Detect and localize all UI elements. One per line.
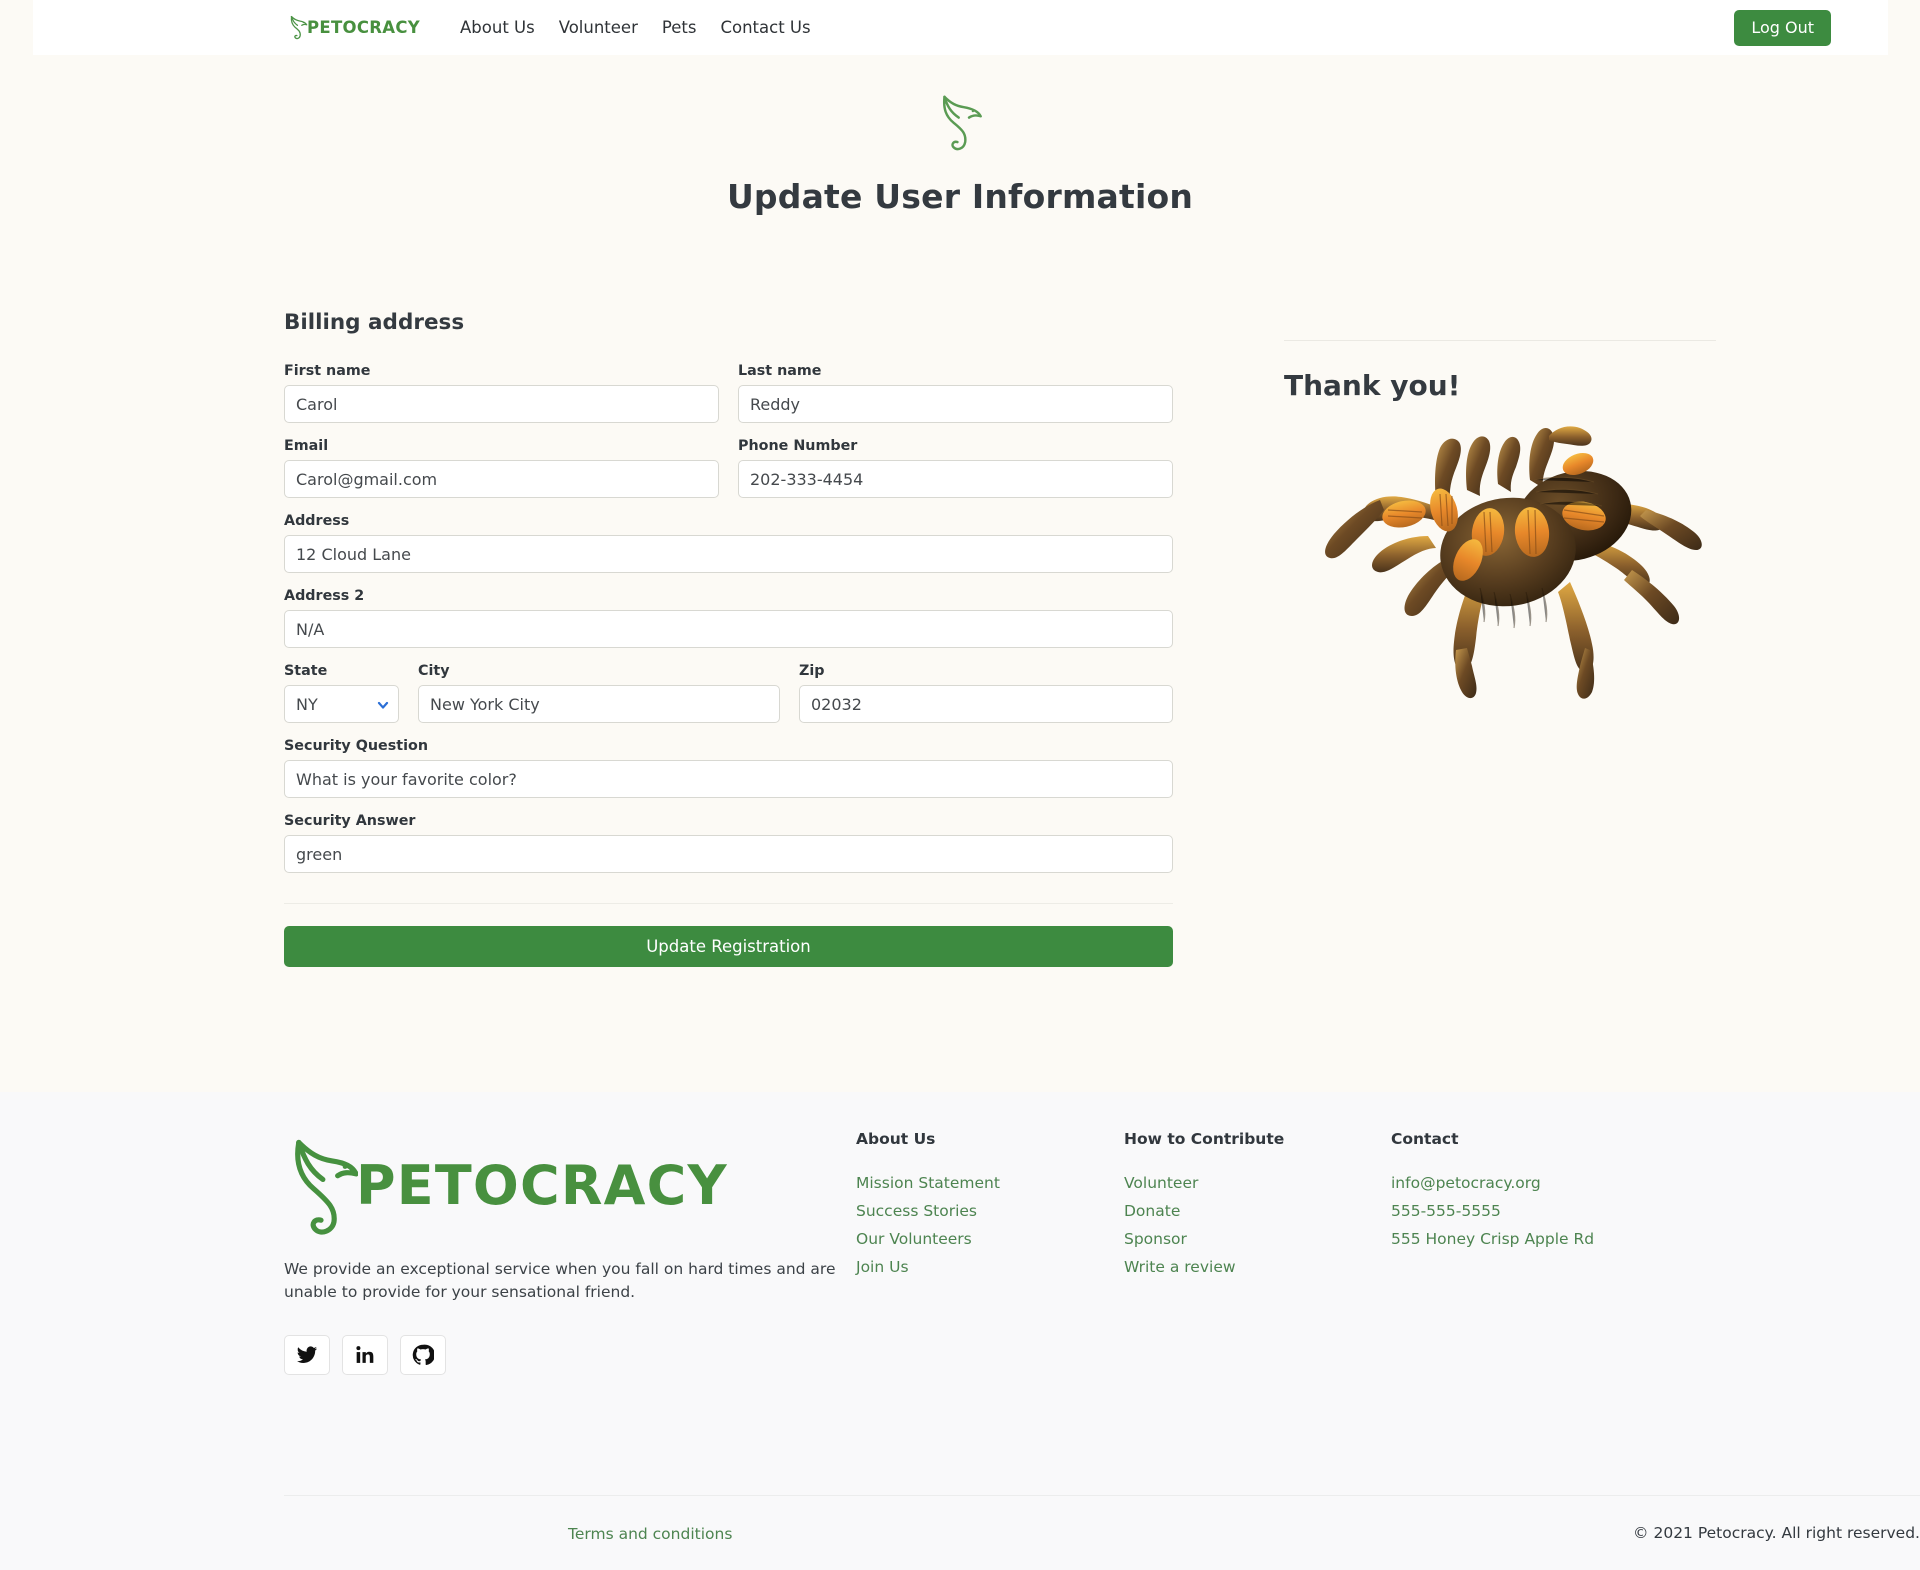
bird-logo-icon	[284, 1130, 358, 1240]
footer: PETOCRACY We provide an exceptional serv…	[0, 1092, 1920, 1570]
zip-label: Zip	[799, 663, 825, 679]
social-links	[284, 1334, 1636, 1375]
brand-logo[interactable]: PETOCRACY	[287, 15, 420, 41]
footer-link-volunteer[interactable]: Volunteer	[1124, 1174, 1284, 1192]
nav-link-contact-us[interactable]: Contact Us	[708, 18, 822, 37]
footer-contact-email[interactable]: info@petocracy.org	[1391, 1174, 1594, 1192]
address-row: Address	[284, 513, 1173, 573]
footer-link-donate[interactable]: Donate	[1124, 1202, 1284, 1220]
thank-you-title: Thank you!	[1284, 369, 1461, 402]
security-answer-label: Security Answer	[284, 813, 416, 829]
footer-link-our-volunteers[interactable]: Our Volunteers	[856, 1230, 1000, 1248]
bird-logo-icon	[0, 93, 1920, 155]
footer-link-sponsor[interactable]: Sponsor	[1124, 1230, 1284, 1248]
update-registration-button[interactable]: Update Registration	[284, 926, 1173, 967]
last-name-input[interactable]	[738, 385, 1173, 423]
address2-row: Address 2	[284, 588, 1173, 648]
linkedin-icon[interactable]	[342, 1334, 388, 1375]
address2-input[interactable]	[284, 610, 1173, 648]
side-divider	[1284, 340, 1716, 341]
security-question-row: Security Question	[284, 738, 1173, 798]
security-question-input[interactable]	[284, 760, 1173, 798]
footer-column-about-us: About Us Mission Statement Success Stori…	[856, 1130, 1000, 1286]
footer-description: We provide an exceptional service when y…	[284, 1260, 836, 1302]
state-select[interactable]: NY	[284, 685, 399, 723]
name-row: First name Last name	[284, 363, 1173, 423]
email-input[interactable]	[284, 460, 719, 498]
state-city-zip-row: State NY City New York City Zip 02032	[284, 663, 1173, 723]
github-icon[interactable]	[400, 1334, 446, 1375]
security-question-label: Security Question	[284, 738, 429, 754]
footer-column-contact: Contact info@petocracy.org 555-555-5555 …	[1391, 1130, 1594, 1258]
last-name-label: Last name	[738, 363, 822, 379]
footer-brand-name: PETOCRACY	[356, 1153, 728, 1217]
footer-column-title: How to Contribute	[1124, 1130, 1285, 1148]
security-answer-input[interactable]	[284, 835, 1173, 873]
section-title-billing-address: Billing address	[284, 310, 465, 335]
thank-you-panel: Thank you!	[1284, 340, 1716, 710]
phone-number-label: Phone Number	[738, 438, 858, 454]
twitter-icon[interactable]	[284, 1334, 330, 1375]
state-label: State	[284, 663, 328, 679]
copyright-text: © 2021 Petocracy. All right reserved.	[1633, 1524, 1920, 1542]
address-input[interactable]	[284, 535, 1173, 573]
footer-bottom-bar: Terms and conditions © 2021 Petocracy. A…	[284, 1495, 1920, 1570]
first-name-label: First name	[284, 363, 371, 379]
logout-button[interactable]: Log Out	[1734, 10, 1831, 46]
form-divider	[284, 903, 1173, 904]
footer-link-mission-statement[interactable]: Mission Statement	[856, 1174, 1000, 1192]
address-label: Address	[284, 513, 350, 529]
footer-link-write-a-review[interactable]: Write a review	[1124, 1258, 1284, 1276]
phone-number-input[interactable]	[738, 460, 1173, 498]
terms-and-conditions-link[interactable]: Terms and conditions	[568, 1525, 732, 1543]
footer-link-join-us[interactable]: Join Us	[856, 1258, 1000, 1276]
nav-links: About Us Volunteer Pets Contact Us	[448, 18, 823, 37]
nav-link-volunteer[interactable]: Volunteer	[547, 18, 650, 37]
bird-logo-icon	[287, 15, 309, 41]
footer-column-title: About Us	[856, 1130, 936, 1148]
navbar: PETOCRACY About Us Volunteer Pets Contac…	[33, 0, 1888, 55]
page-header: Update User Information	[0, 55, 1920, 216]
contact-row: Email Phone Number	[284, 438, 1173, 498]
tarantula-photo	[1284, 410, 1716, 710]
first-name-input[interactable]	[284, 385, 719, 423]
footer-column-how-to-contribute: How to Contribute Volunteer Donate Spons…	[1124, 1130, 1284, 1286]
zip-input[interactable]	[799, 685, 1173, 723]
nav-link-pets[interactable]: Pets	[650, 18, 709, 37]
footer-contact-phone: 555-555-5555	[1391, 1202, 1501, 1220]
security-answer-row: Security Answer	[284, 813, 1173, 873]
nav-link-about-us[interactable]: About Us	[448, 18, 547, 37]
footer-link-success-stories[interactable]: Success Stories	[856, 1202, 1000, 1220]
billing-address-form: Billing address First name Last name Ema…	[284, 310, 1173, 967]
address2-label: Address 2	[284, 588, 365, 604]
city-input[interactable]	[418, 685, 780, 723]
city-label: City	[418, 663, 450, 679]
email-label: Email	[284, 438, 329, 454]
brand-name: PETOCRACY	[307, 18, 420, 37]
page-title: Update User Information	[726, 177, 1194, 216]
footer-contact-address: 555 Honey Crisp Apple Rd	[1391, 1230, 1595, 1248]
footer-column-title: Contact	[1391, 1130, 1459, 1148]
